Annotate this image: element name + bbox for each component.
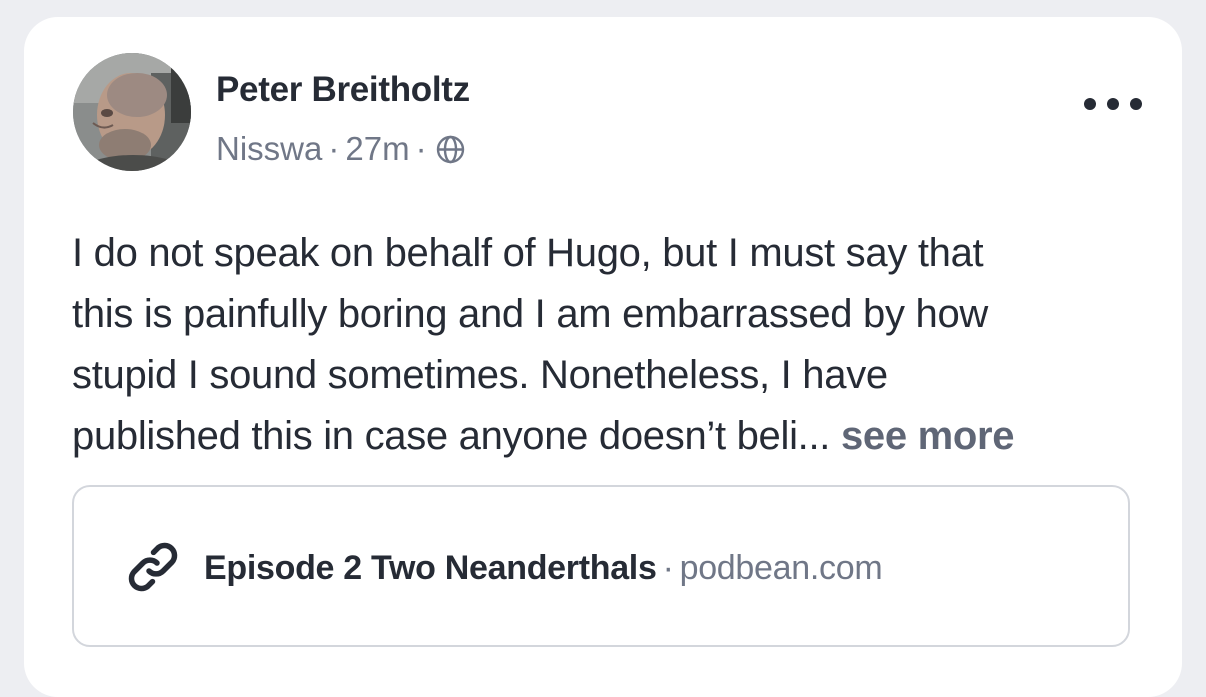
link-preview-card[interactable]: Episode 2 Two Neanderthals · podbean.com — [72, 485, 1130, 647]
post-meta: Nisswa · 27m · — [216, 130, 466, 168]
post-body-line: I do not speak on behalf of Hugo, but I … — [72, 231, 984, 275]
author-name[interactable]: Peter Breitholtz — [216, 70, 470, 110]
post-body-last-line: published this in case anyone doesn’t be… — [72, 406, 1142, 467]
post-body: I do not speak on behalf of Hugo, but I … — [72, 223, 1142, 467]
link-separator: · — [662, 549, 674, 587]
meta-separator: · — [415, 130, 427, 167]
post-location: Nisswa — [216, 130, 323, 167]
link-icon — [123, 537, 183, 597]
more-horizontal-icon — [1107, 98, 1119, 110]
post-body-line: this is painfully boring and I am embarr… — [72, 292, 988, 336]
link-title: Episode 2 Two Neanderthals — [204, 549, 657, 587]
see-more-button[interactable]: see more — [841, 414, 1015, 458]
post-body-line: published this in case anyone doesn’t be… — [72, 414, 831, 458]
more-horizontal-icon — [1084, 98, 1096, 110]
post-body-line: stupid I sound sometimes. Nonetheless, I… — [72, 353, 888, 397]
avatar[interactable] — [73, 53, 191, 171]
post-card: Peter Breitholtz Nisswa · 27m · I do not… — [24, 17, 1182, 697]
link-domain: podbean.com — [679, 549, 883, 587]
globe-icon — [435, 134, 466, 165]
more-options-button[interactable] — [1084, 91, 1142, 117]
more-horizontal-icon — [1130, 98, 1142, 110]
post-time[interactable]: 27m — [345, 130, 409, 168]
avatar-photo — [73, 53, 191, 171]
meta-separator: · — [328, 130, 340, 167]
link-preview-text: Episode 2 Two Neanderthals · podbean.com — [204, 549, 883, 588]
